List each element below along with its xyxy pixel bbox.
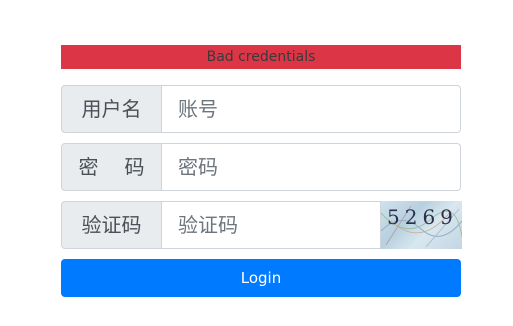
password-group: 密码 <box>61 143 461 191</box>
password-label-char-1: 密 <box>78 155 99 179</box>
error-alert: Bad credentials <box>61 45 461 69</box>
captcha-group: 验证码 5269 <box>61 201 462 249</box>
password-input[interactable] <box>162 143 461 191</box>
username-input[interactable] <box>162 85 461 133</box>
username-group: 用户名 <box>61 85 461 133</box>
login-button[interactable]: Login <box>61 259 461 297</box>
password-label-char-2: 码 <box>124 155 145 179</box>
captcha-image[interactable]: 5269 <box>381 201 462 249</box>
captcha-input[interactable] <box>162 201 381 249</box>
captcha-label: 验证码 <box>61 201 162 249</box>
captcha-code: 5269 <box>387 205 458 229</box>
username-label: 用户名 <box>61 85 162 133</box>
password-label: 密码 <box>61 143 162 191</box>
login-page: Bad credentials 用户名 密码 验证码 5269 Login <box>0 0 513 326</box>
